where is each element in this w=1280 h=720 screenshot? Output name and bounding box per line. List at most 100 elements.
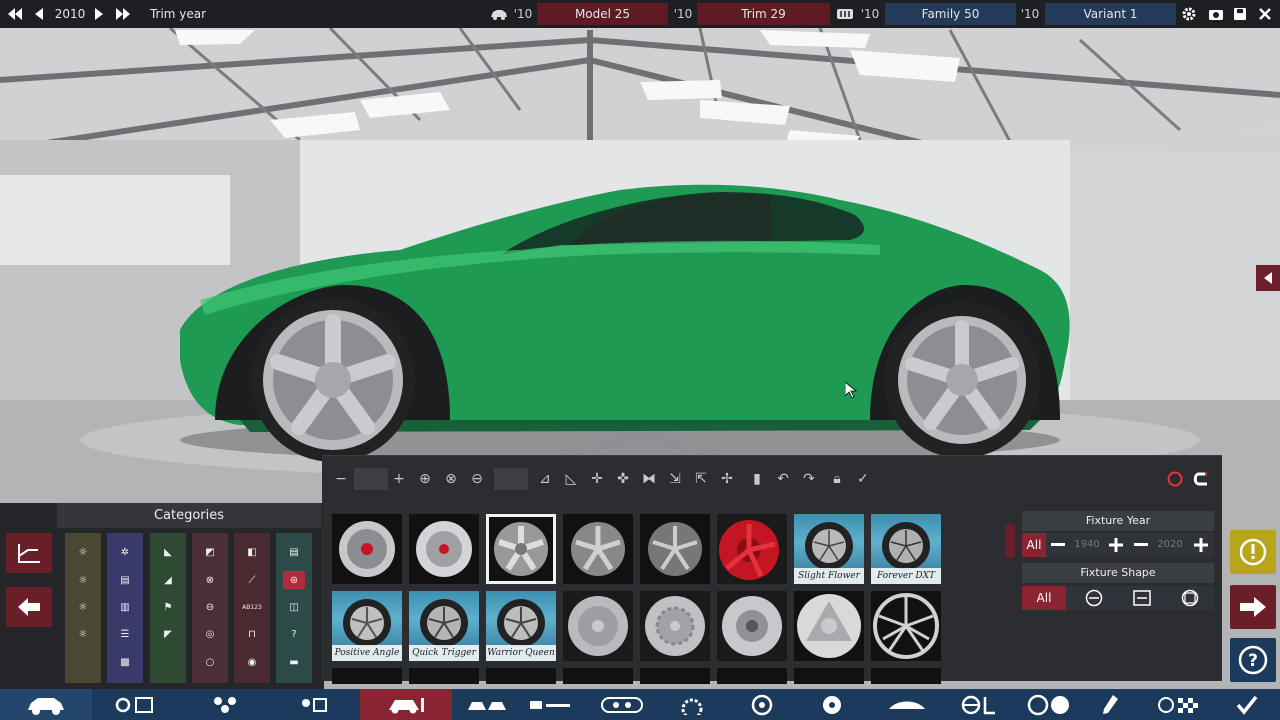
grid-scrollbar[interactable] (1005, 524, 1015, 558)
mirror-icon[interactable]: ◩ (199, 543, 221, 561)
nav-suspension-button[interactable] (182, 689, 268, 720)
wheel-cover-icon[interactable]: ⊗ (199, 571, 221, 589)
fixture-tile[interactable]: Positive Angle (332, 591, 402, 661)
lock-icon[interactable]: ⊓ (241, 625, 263, 643)
nav-test-button[interactable] (1150, 689, 1210, 720)
nav-brakes-button[interactable] (804, 689, 860, 720)
spoiler-icon[interactable]: ◣ (157, 543, 179, 561)
nav-engine-button[interactable] (592, 689, 652, 720)
settings-icon[interactable] (1178, 3, 1200, 25)
nav-body-button[interactable] (360, 689, 452, 720)
scale-field[interactable] (354, 468, 388, 490)
nav-wheels-button[interactable] (734, 689, 790, 720)
value-field[interactable] (494, 468, 528, 490)
grille-icon[interactable] (834, 3, 856, 25)
vent-icon[interactable]: ▥ (114, 598, 136, 616)
redo-icon[interactable]: ↷ (798, 466, 820, 492)
checkmark-icon[interactable]: ✓ (852, 466, 874, 492)
fixture-tile[interactable] (563, 514, 633, 584)
foglight-icon[interactable]: ☼ (72, 625, 94, 643)
nav-steering-button[interactable] (948, 689, 1010, 720)
next-button[interactable] (1230, 585, 1276, 629)
fixture-tile[interactable] (794, 591, 864, 661)
fixture-tile[interactable]: Warrior Queen (486, 591, 556, 661)
save-icon[interactable] (1229, 3, 1251, 25)
prev-icon[interactable] (28, 3, 50, 25)
fixture-tile[interactable] (409, 514, 479, 584)
remove-circle-icon[interactable]: ⊗ (440, 466, 462, 492)
mesh-icon[interactable]: ▩ (114, 653, 136, 671)
wing-icon[interactable]: ◤ (157, 625, 179, 643)
panel-icon[interactable]: ▤ (283, 543, 305, 561)
fixture-tile[interactable] (717, 514, 787, 584)
angle-icon[interactable]: ⊿ (534, 466, 556, 492)
fuel-cap-icon[interactable]: ◎ (199, 625, 221, 643)
exhaust-icon[interactable]: ◧ (241, 543, 263, 561)
lock-icon[interactable]: 🔒︎ (826, 466, 848, 492)
fixture-tile[interactable] (794, 668, 864, 684)
close-icon[interactable] (1254, 3, 1276, 25)
year-to-field[interactable]: 2020 (1153, 533, 1187, 557)
fixture-tile[interactable] (640, 514, 710, 584)
warning-button[interactable] (1230, 530, 1276, 574)
nav-drivetrain-button[interactable] (272, 689, 356, 720)
fixture-tile[interactable] (563, 668, 633, 684)
axis-view-button[interactable] (6, 533, 52, 573)
variant-selector[interactable]: Variant 1 (1045, 3, 1176, 25)
fixture-tile[interactable]: Quick Trigger (409, 591, 479, 661)
family-selector[interactable]: Family 50 (885, 3, 1016, 25)
taillight-icon[interactable]: ☼ (72, 598, 94, 616)
minus-circle-icon[interactable]: ⊖ (466, 466, 488, 492)
badge-icon[interactable]: ▬ (283, 653, 305, 671)
mirror-icon[interactable]: ⧓ (638, 466, 660, 492)
nav-paint-button[interactable] (1090, 689, 1130, 720)
shape-all-button[interactable]: All (1022, 586, 1066, 610)
target-icon[interactable]: ◉ (241, 653, 263, 671)
corner-icon[interactable]: ◺ (560, 466, 582, 492)
nav-interior-button[interactable] (456, 689, 516, 720)
back-button[interactable] (6, 587, 52, 627)
model-selector[interactable]: Model 25 (537, 3, 668, 25)
car-icon[interactable] (488, 3, 510, 25)
fixture-tile[interactable]: Forever DXT (871, 514, 941, 584)
nav-finish-button[interactable] (1222, 689, 1272, 720)
plus-icon[interactable] (1190, 533, 1212, 557)
nav-car-button[interactable] (0, 689, 92, 720)
question-icon[interactable]: ? (283, 625, 305, 643)
last-page-icon[interactable] (112, 3, 134, 25)
grille-icon[interactable]: ▤ (114, 571, 136, 589)
nav-trim-button[interactable] (520, 689, 580, 720)
nav-chassis-button[interactable] (96, 689, 176, 720)
first-page-icon[interactable] (4, 3, 26, 25)
year-all-button[interactable]: All (1022, 533, 1046, 557)
nav-tuning-button[interactable] (1016, 689, 1082, 720)
rect-shape-icon[interactable] (1122, 586, 1162, 610)
fixture-tile[interactable] (871, 591, 941, 661)
nav-aero-button[interactable] (872, 689, 942, 720)
minus-icon[interactable] (1047, 533, 1069, 557)
lip-icon[interactable]: ◢ (157, 571, 179, 589)
help-button[interactable]: ? (1230, 638, 1276, 682)
fixture-tile[interactable] (332, 514, 402, 584)
fixture-tile-selected[interactable] (486, 514, 556, 584)
fixture-tile[interactable] (409, 668, 479, 684)
fixture-tile[interactable] (563, 591, 633, 661)
headlight-icon[interactable]: ☼ (72, 543, 94, 561)
fixture-tile[interactable] (332, 668, 402, 684)
flag-icon[interactable]: ⚑ (157, 598, 179, 616)
indicator-icon[interactable]: ☼ (72, 571, 94, 589)
fixture-tile[interactable] (717, 668, 787, 684)
add-circle-icon[interactable]: ⊕ (414, 466, 436, 492)
minus-icon[interactable] (1130, 533, 1152, 557)
fixture-tile[interactable] (640, 591, 710, 661)
license-plate-icon[interactable]: AB123 (241, 598, 263, 616)
collapse-panel-button[interactable] (1256, 265, 1280, 291)
handle-icon[interactable]: ⊖ (199, 598, 221, 616)
fixture-tile[interactable] (486, 668, 556, 684)
record-icon[interactable] (1164, 466, 1186, 492)
wheel-icon[interactable]: ⊛ (283, 571, 305, 589)
next-icon[interactable] (88, 3, 110, 25)
fixture-tile[interactable] (717, 591, 787, 661)
undo-icon[interactable]: ↶ (772, 466, 794, 492)
globe-shape-icon[interactable] (1170, 586, 1210, 610)
